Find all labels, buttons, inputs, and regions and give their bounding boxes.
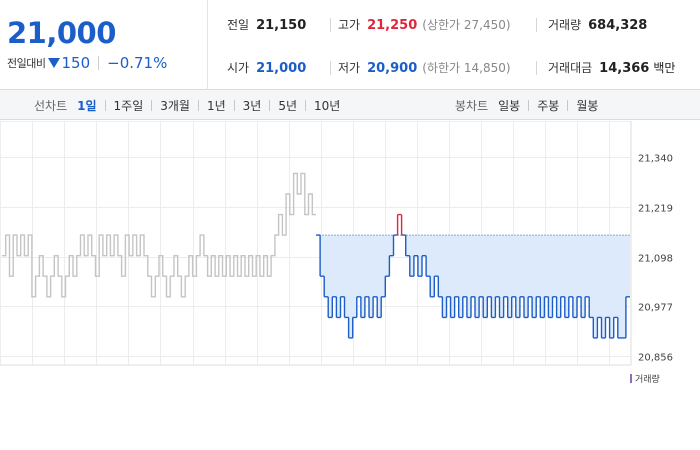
candle-chart-tabs: 봉차트 일봉 주봉 월봉 — [455, 90, 598, 120]
tab-weekly[interactable]: 주봉 — [537, 97, 559, 114]
divider — [98, 56, 100, 70]
stat-volume: 거래량 684,328 — [548, 16, 647, 33]
price-box: 21,000 전일대비 150 −0.71% — [0, 0, 208, 90]
line-chart-title: 선차트 — [34, 98, 68, 113]
tab-1y[interactable]: 1년 — [207, 97, 226, 114]
stat-trade-value: 거래대금 14,366 백만 — [548, 59, 675, 76]
tab-10y[interactable]: 10년 — [314, 97, 340, 114]
stat-value: 20,900 — [367, 61, 418, 76]
divider — [330, 18, 331, 32]
change-label: 전일대비 — [7, 57, 46, 70]
y-tick-label: 20,977 — [638, 303, 673, 314]
quote-panel: 21,000 전일대비 150 −0.71% 전일 21,150 고가 21,2… — [0, 0, 700, 90]
change-row: 전일대비 150 −0.71% — [7, 54, 167, 72]
divider — [567, 99, 569, 111]
divider — [528, 99, 530, 111]
tab-5y[interactable]: 5년 — [278, 97, 297, 114]
stat-value: 684,328 — [588, 18, 648, 33]
current-price: 21,000 — [7, 16, 116, 50]
stat-label: 거래대금 — [548, 61, 593, 75]
y-tick-label: 21,098 — [638, 254, 673, 265]
stat-value: 14,366 — [599, 61, 650, 76]
tab-3y[interactable]: 3년 — [243, 97, 262, 114]
divider — [151, 99, 153, 111]
candle-chart-title: 봉차트 — [455, 98, 489, 113]
divider — [330, 61, 331, 75]
stat-high: 고가 21,250 (상한가 27,450) — [338, 16, 511, 33]
stat-unit: 백만 — [653, 61, 676, 75]
stat-label: 고가 — [338, 18, 361, 32]
stat-value: 21,250 — [367, 18, 418, 33]
divider — [536, 18, 537, 32]
divider — [233, 99, 235, 111]
divider — [104, 99, 106, 111]
volume-legend-label: 거래량 — [635, 375, 660, 385]
stat-label: 거래량 — [548, 18, 582, 32]
tab-1d[interactable]: 1일 — [77, 97, 96, 114]
period-tabs-bar: 선차트 1일 1주일 3개월 1년 3년 5년 10년 봉차트 일봉 주봉 월봉 — [0, 90, 700, 120]
line-chart-tabs: 선차트 1일 1주일 3개월 1년 3년 5년 10년 — [34, 90, 340, 120]
down-triangle-icon — [48, 58, 61, 68]
stat-label: 전일 — [227, 18, 250, 32]
stat-low: 저가 20,900 (하한가 14,850) — [338, 59, 511, 76]
divider — [269, 99, 271, 111]
divider — [536, 61, 537, 75]
stat-value: 21,000 — [256, 61, 307, 76]
price-chart: 21,340 21,219 21,098 20,977 20,856 — [0, 121, 673, 366]
volume-legend: 거래량 — [630, 372, 660, 385]
tab-monthly[interactable]: 월봉 — [576, 97, 598, 114]
stat-sub: (상한가 27,450) — [422, 18, 511, 32]
divider — [197, 99, 199, 111]
tab-3m[interactable]: 3개월 — [160, 97, 190, 114]
divider — [305, 99, 307, 111]
stat-prev-close: 전일 21,150 — [227, 16, 306, 33]
stat-value: 21,150 — [256, 18, 307, 33]
change-percent: −0.71% — [107, 54, 168, 72]
price-chart-area: 21,340 21,219 21,098 20,977 20,856 거래량 — [0, 121, 700, 450]
y-tick-label: 21,340 — [638, 154, 673, 165]
volume-legend-swatch — [630, 374, 632, 383]
change-amount: 150 — [61, 54, 91, 72]
y-tick-label: 21,219 — [638, 204, 673, 215]
tab-daily[interactable]: 일봉 — [498, 97, 520, 114]
stat-sub: (하한가 14,850) — [422, 61, 511, 75]
y-tick-label: 20,856 — [638, 353, 673, 364]
tab-1w[interactable]: 1주일 — [114, 97, 144, 114]
stat-label: 저가 — [338, 61, 361, 75]
stat-label: 시가 — [227, 61, 250, 75]
stat-open: 시가 21,000 — [227, 59, 306, 76]
